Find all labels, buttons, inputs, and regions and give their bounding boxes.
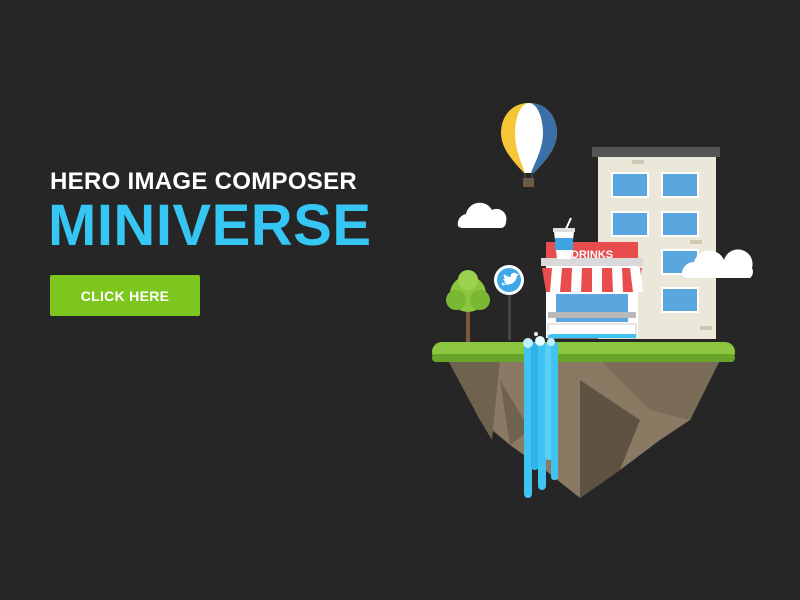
tree-icon bbox=[446, 270, 490, 342]
floating-island-rock bbox=[448, 360, 720, 498]
shop-sign-text: DRINKS bbox=[571, 249, 613, 261]
cloud-icon bbox=[457, 202, 507, 228]
hot-air-balloon-icon bbox=[501, 103, 557, 187]
island-grass bbox=[432, 342, 735, 362]
miniverse-illustration: DRINKS bbox=[432, 103, 753, 498]
drinks-shop: DRINKS bbox=[541, 242, 643, 339]
twitter-signpost bbox=[494, 265, 524, 340]
waterfall bbox=[523, 331, 558, 498]
